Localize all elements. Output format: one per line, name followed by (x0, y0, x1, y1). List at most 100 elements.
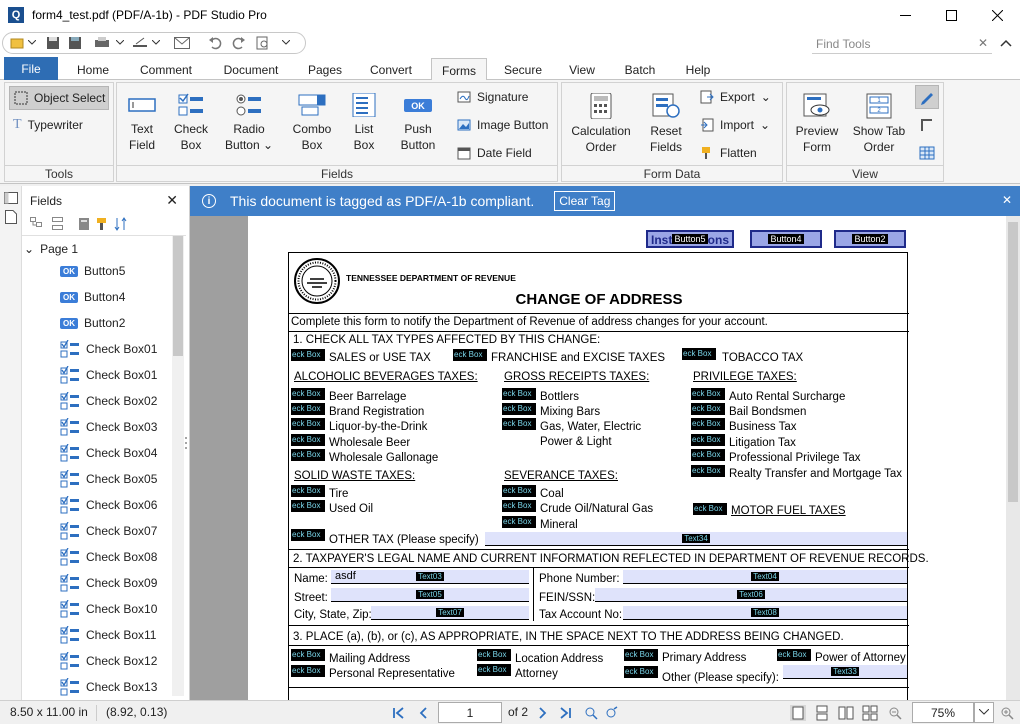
tab-secure[interactable]: Secure (496, 58, 550, 80)
check-box-field[interactable]: eck Box (291, 449, 325, 461)
zoom-in-icon[interactable] (1000, 706, 1014, 720)
page-icon[interactable] (5, 210, 17, 224)
tree-item-check-box[interactable]: Check Box07 (60, 518, 208, 544)
tree-item-check-box[interactable]: Check Box01 (60, 336, 208, 362)
continuous-view-icon[interactable] (814, 705, 830, 721)
last-page-icon[interactable] (560, 707, 572, 719)
back-view-icon[interactable] (584, 706, 598, 720)
check-box-field[interactable]: eck Box (777, 649, 811, 661)
save-icon[interactable] (46, 36, 60, 50)
check-box-field[interactable]: eck Box (502, 485, 536, 497)
image-button-button[interactable]: Image Button (457, 115, 548, 135)
zoom-dropdown-button[interactable] (974, 702, 994, 723)
city-state-zip-field[interactable]: Text07 (371, 606, 529, 620)
check-box-field[interactable]: eck Box (682, 348, 716, 360)
tree-item-check-box[interactable]: Check Box08 (60, 544, 208, 570)
import-button[interactable]: Import ⌄ (700, 115, 770, 135)
check-box-field[interactable]: eck Box (502, 500, 536, 512)
chevron-down-icon[interactable] (28, 40, 36, 46)
chevron-down-icon[interactable] (152, 40, 160, 46)
tab-convert[interactable]: Convert (362, 58, 420, 80)
check-box-field[interactable]: eck Box (502, 403, 536, 415)
phone-field[interactable]: Text04 (623, 570, 907, 584)
reset-fields-button[interactable]: Reset Fields (644, 93, 688, 155)
object-select-button[interactable]: Object Select (9, 86, 109, 110)
chevron-down-icon[interactable] (282, 40, 290, 46)
tree-item-button[interactable]: OK Button5 (60, 258, 208, 284)
save-all-icon[interactable] (68, 36, 82, 50)
chevron-down-icon[interactable] (116, 40, 124, 46)
tree-item-check-box[interactable]: Check Box09 (60, 570, 208, 596)
tree-item-check-box[interactable]: Check Box12 (60, 648, 208, 674)
check-box-field[interactable]: eck Box (291, 485, 325, 497)
typewriter-button[interactable]: T Typewriter (13, 115, 83, 135)
preview-form-button[interactable]: Preview Form (791, 93, 843, 155)
check-box-field[interactable]: eck Box (693, 503, 727, 515)
panel-layout-icon[interactable] (4, 192, 18, 204)
next-page-icon[interactable] (536, 707, 548, 719)
tree-expand-icon[interactable] (30, 217, 42, 231)
export-button[interactable]: Export ⌄ (700, 87, 771, 107)
list-box-button[interactable]: List Box (343, 93, 385, 153)
name-field[interactable]: asdf Text03 (331, 570, 529, 584)
grid-button[interactable] (917, 143, 937, 163)
tax-account-field[interactable]: Text08 (623, 606, 907, 620)
instructions-button[interactable]: Inst ons Button5 (646, 230, 734, 248)
maximize-button[interactable] (928, 0, 974, 30)
sort-icon[interactable] (114, 217, 128, 231)
check-box-field[interactable]: eck Box (291, 500, 325, 512)
check-box-field[interactable]: eck Box (624, 666, 658, 678)
tree-item-check-box[interactable]: Check Box02 (60, 388, 208, 414)
radio-button-button[interactable]: Radio Button ⌄ (223, 93, 275, 153)
email-icon[interactable] (174, 37, 190, 49)
button4-field[interactable]: Button4 (750, 230, 822, 248)
check-box-field[interactable]: eck Box (291, 403, 325, 415)
flatten-small-icon[interactable] (96, 217, 108, 231)
undo-icon[interactable] (208, 36, 222, 50)
close-window-button[interactable] (974, 0, 1020, 30)
zoom-out-icon[interactable] (888, 706, 902, 720)
date-field-button[interactable]: Date Field (457, 143, 532, 163)
page-number-input[interactable]: 1 (438, 702, 502, 723)
zoom-page-icon[interactable] (256, 36, 270, 50)
field-corner-button[interactable] (917, 115, 937, 135)
flatten-button[interactable]: Flatten (700, 143, 757, 163)
street-field[interactable]: Text05 (331, 588, 529, 602)
check-box-field[interactable]: eck Box (691, 434, 725, 446)
clear-search-icon[interactable]: ✕ (978, 36, 988, 50)
tab-batch[interactable]: Batch (614, 58, 666, 80)
check-box-field[interactable]: eck Box (291, 418, 325, 430)
tree-item-check-box[interactable]: Check Box10 (60, 596, 208, 622)
resize-handle-icon[interactable] (184, 436, 188, 450)
open-file-icon[interactable] (10, 36, 24, 50)
facing-view-icon[interactable] (838, 705, 854, 721)
single-page-view-icon[interactable] (790, 705, 806, 721)
push-button-button[interactable]: OK Push Button (395, 93, 441, 153)
check-box-field[interactable]: eck Box (291, 349, 325, 361)
check-box-field[interactable]: eck Box (291, 529, 325, 541)
tree-item-check-box[interactable]: Check Box11 (60, 622, 208, 648)
check-box-field[interactable]: eck Box (502, 516, 536, 528)
tab-comment[interactable]: Comment (130, 58, 202, 80)
check-box-field[interactable]: eck Box (691, 465, 725, 477)
tab-home[interactable]: Home (66, 58, 120, 80)
calculation-order-button[interactable]: Calculation Order (568, 93, 634, 155)
minimize-button[interactable] (882, 0, 928, 30)
tab-file[interactable]: File (4, 57, 58, 80)
tree-item-check-box[interactable]: Check Box13 (60, 674, 208, 700)
tab-view[interactable]: View (560, 58, 604, 80)
clear-tag-button[interactable]: Clear Tag (554, 191, 616, 211)
tab-help[interactable]: Help (676, 58, 720, 80)
collapse-ribbon-icon[interactable] (1000, 38, 1012, 48)
other-address-field[interactable]: Text33 (783, 665, 907, 679)
fields-scrollbar[interactable] (172, 236, 184, 696)
calculator-small-icon[interactable] (78, 217, 90, 231)
close-panel-icon[interactable]: ✕ (166, 192, 178, 209)
highlight-fields-button[interactable] (915, 85, 939, 109)
combo-box-button[interactable]: Combo Box (289, 93, 335, 153)
tree-item-check-box[interactable]: Check Box01 (60, 362, 208, 388)
check-box-field[interactable]: eck Box (502, 418, 536, 430)
facing-continuous-icon[interactable] (862, 705, 878, 721)
tab-pages[interactable]: Pages (298, 58, 352, 80)
tab-document[interactable]: Document (214, 58, 288, 80)
